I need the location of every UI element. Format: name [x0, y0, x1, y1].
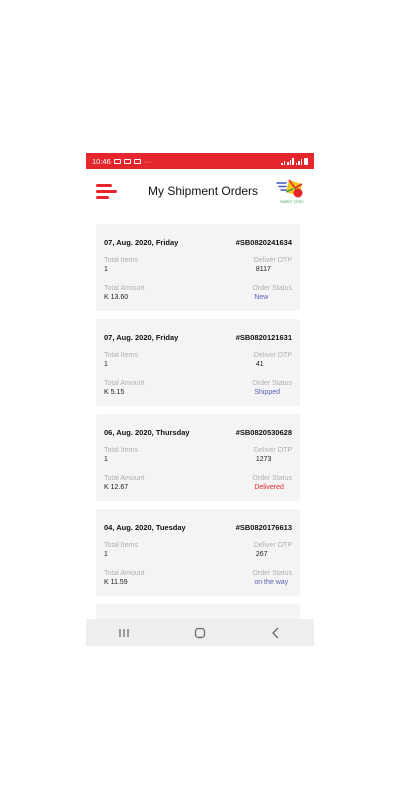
- recents-icon[interactable]: [109, 623, 139, 643]
- order-card[interactable]: [96, 604, 300, 619]
- total-items-label: Total Items: [104, 542, 138, 549]
- battery-icon: [304, 158, 308, 165]
- order-id: #SB0820121631: [235, 333, 292, 342]
- total-items-value: 1: [104, 456, 108, 463]
- order-id: #SB0820241634: [235, 238, 292, 247]
- signal-strength-icon: [295, 159, 302, 165]
- deliver-otp-value: 267: [255, 551, 268, 558]
- signal-icon: [281, 161, 285, 165]
- order-amount-row: Total Amount K 11.59 Order Status on the…: [104, 570, 292, 586]
- order-card[interactable]: 04, Aug. 2020, Tuesday #SB0820176613 Tot…: [96, 509, 300, 596]
- order-status-label: Order Status: [252, 285, 292, 292]
- order-id: #SB0820530628: [235, 428, 292, 437]
- deliver-otp-value: 41: [255, 361, 264, 368]
- order-header-row: 07, Aug. 2020, Friday #SB0820121631: [104, 333, 292, 342]
- menu-icon[interactable]: [96, 184, 118, 200]
- more-notifications-icon: ···: [143, 156, 152, 166]
- order-amount-row: Total Amount K 5.15 Order Status Shipped: [104, 380, 292, 396]
- order-status-label: Order Status: [252, 380, 292, 387]
- deliver-otp-label: Deliver OTP: [253, 352, 292, 359]
- status-time: 10:46: [92, 156, 111, 166]
- total-items-label: Total Items: [104, 352, 138, 359]
- logo-graphic: [276, 179, 303, 198]
- order-card[interactable]: 06, Aug. 2020, Thursday #SB0820530628 To…: [96, 414, 300, 501]
- order-status-value: Delivered: [254, 484, 284, 491]
- total-amount-label: Total Amount: [104, 380, 145, 387]
- deliver-otp-label: Deliver OTP: [253, 447, 292, 454]
- deliver-otp-label: Deliver OTP: [253, 542, 292, 549]
- app-bar: My Shipment Orders SWEET OTEC: [86, 169, 314, 213]
- order-status-label: Order Status: [252, 570, 292, 577]
- logo-text: SWEET OTEC: [280, 200, 304, 204]
- system-nav-bar: [86, 619, 314, 646]
- total-items-label: Total Items: [104, 447, 138, 454]
- orders-list[interactable]: 07, Aug. 2020, Friday #SB0820241634 Tota…: [86, 213, 314, 619]
- total-items-value: 1: [104, 266, 108, 273]
- order-status-label: Order Status: [252, 475, 292, 482]
- order-date: 04, Aug. 2020, Tuesday: [104, 523, 186, 532]
- order-items-row: Total Items 1 Deliver OTP 267: [104, 542, 292, 558]
- total-items-label: Total Items: [104, 257, 138, 264]
- order-status-value: on the way: [254, 579, 289, 586]
- app-logo: SWEET OTEC: [275, 178, 309, 204]
- order-amount-row: Total Amount K 13.60 Order Status New: [104, 285, 292, 301]
- image-notification-icon: [123, 158, 131, 164]
- phone-screen: 10:46 ··· My Shipment Orders SWEET OTEC …: [86, 153, 314, 646]
- total-amount-value: K 13.60: [104, 294, 129, 301]
- order-card[interactable]: 07, Aug. 2020, Friday #SB0820241634 Tota…: [96, 224, 300, 311]
- wifi-icon: [287, 158, 294, 165]
- order-card[interactable]: 07, Aug. 2020, Friday #SB0820121631 Tota…: [96, 319, 300, 406]
- page-title: My Shipment Orders: [148, 184, 259, 198]
- order-date: 07, Aug. 2020, Friday: [104, 238, 179, 247]
- message-notification-icon: [133, 158, 141, 164]
- order-items-row: Total Items 1 Deliver OTP 41: [104, 352, 292, 368]
- order-status-value: Shipped: [254, 389, 281, 396]
- deliver-otp-value: 1273: [255, 456, 272, 463]
- total-amount-label: Total Amount: [104, 285, 145, 292]
- order-amount-row: Total Amount K 12.67 Order Status Delive…: [104, 475, 292, 491]
- order-id: #SB0820176613: [235, 523, 292, 532]
- order-items-row: Total Items 1 Deliver OTP 8117: [104, 257, 292, 273]
- total-amount-value: K 11.59: [104, 579, 128, 586]
- order-header-row: 07, Aug. 2020, Friday #SB0820241634: [104, 238, 292, 247]
- total-amount-label: Total Amount: [104, 570, 145, 577]
- back-icon[interactable]: [261, 623, 291, 643]
- order-status-value: New: [254, 294, 269, 301]
- order-date: 06, Aug. 2020, Thursday: [104, 428, 190, 437]
- order-header-row: 06, Aug. 2020, Thursday #SB0820530628: [104, 428, 292, 437]
- total-items-value: 1: [104, 361, 108, 368]
- status-bar: 10:46 ···: [86, 153, 314, 169]
- order-header-row: 04, Aug. 2020, Tuesday #SB0820176613: [104, 523, 292, 532]
- total-amount-value: K 12.67: [104, 484, 129, 491]
- order-date: 07, Aug. 2020, Friday: [104, 333, 179, 342]
- total-amount-value: K 5.15: [104, 389, 125, 396]
- gallery-notification-icon: [113, 158, 121, 164]
- deliver-otp-value: 8117: [255, 266, 271, 273]
- deliver-otp-label: Deliver OTP: [253, 257, 292, 264]
- home-icon[interactable]: [185, 623, 215, 643]
- order-items-row: Total Items 1 Deliver OTP 1273: [104, 447, 292, 463]
- total-amount-label: Total Amount: [104, 475, 145, 482]
- total-items-value: 1: [104, 551, 108, 558]
